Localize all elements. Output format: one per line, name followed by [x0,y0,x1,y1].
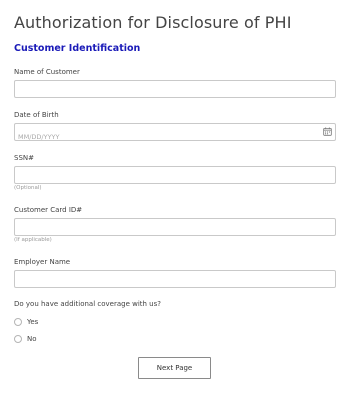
date-of-birth-label: Date of Birth [14,111,59,119]
customer-card-id-field[interactable] [14,218,336,240]
calendar-icon[interactable] [323,127,332,136]
next-page-button[interactable]: Next Page [138,357,211,379]
coverage-yes-option[interactable]: Yes [14,317,38,327]
coverage-no-label: No [27,335,37,343]
name-of-customer-input[interactable] [15,86,308,102]
section-heading: Customer Identification [14,43,141,54]
date-of-birth-field[interactable] [14,123,336,145]
name-of-customer-label: Name of Customer [14,68,80,76]
coverage-no-option[interactable]: No [14,334,37,344]
coverage-yes-radio[interactable] [14,318,22,326]
coverage-yes-label: Yes [27,318,39,326]
employer-name-field[interactable] [14,270,336,292]
coverage-no-radio[interactable] [14,335,22,343]
ssn-input[interactable] [15,172,308,188]
ssn-hint: (Optional) [14,185,42,191]
form-title: Authorization for Disclosure of PHI [14,13,292,32]
authorization-form: Authorization for Disclosure of PHI Cust… [0,0,350,394]
ssn-label: SSN# [14,154,34,162]
customer-card-id-hint: (If applicable) [14,237,52,243]
customer-card-id-label: Customer Card ID# [14,206,83,214]
ssn-field[interactable] [14,166,336,188]
date-of-birth-input[interactable] [15,129,308,145]
employer-name-label: Employer Name [14,258,71,266]
additional-coverage-question: Do you have additional coverage with us? [14,300,161,308]
employer-name-input[interactable] [15,276,308,292]
customer-card-id-input[interactable] [15,224,308,240]
name-of-customer-field[interactable] [14,80,336,102]
